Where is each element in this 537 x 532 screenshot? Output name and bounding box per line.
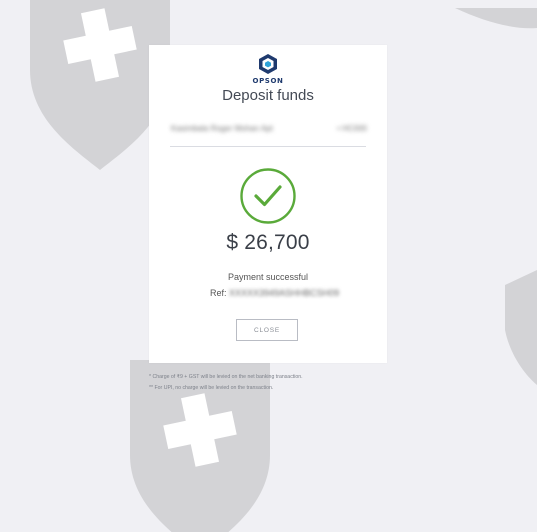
reference-label: Ref: bbox=[210, 288, 227, 298]
close-button[interactable]: CLOSE bbox=[236, 319, 298, 341]
divider bbox=[170, 146, 366, 147]
account-name: Kasimbala Roger Mohan Apt bbox=[171, 124, 273, 133]
reference-line: Ref: XXXXX3949ASHHBCSH09 bbox=[210, 288, 339, 298]
charge-notes: * Charge of ₹9 + GST will be levied on t… bbox=[149, 372, 379, 394]
note-upi: ** For UPI, no charge will be levied on … bbox=[149, 385, 274, 391]
note-net-banking: * Charge of ₹9 + GST will be levied on t… bbox=[149, 374, 303, 380]
opson-logo-icon bbox=[259, 54, 277, 74]
brand-logo: OPSON bbox=[149, 53, 387, 85]
shield-fragment-right bbox=[505, 270, 537, 385]
dialog-title: Deposit funds bbox=[222, 87, 314, 104]
account-number: • HC000 bbox=[337, 124, 367, 133]
reference-value: XXXXX3949ASHHBCSH09 bbox=[229, 288, 340, 298]
page: { "brand": { "logo_text": "OPSON", "logo… bbox=[0, 0, 537, 532]
payment-status: Payment successful bbox=[227, 272, 309, 282]
success-check-icon bbox=[240, 168, 296, 224]
deposit-amount: $ 26,700 bbox=[226, 231, 310, 254]
logo-text: OPSON bbox=[252, 77, 284, 85]
shield-fragment-top-right bbox=[455, 8, 537, 29]
deposit-dialog: OPSON Deposit funds Kasimbala Roger Moha… bbox=[149, 45, 387, 363]
